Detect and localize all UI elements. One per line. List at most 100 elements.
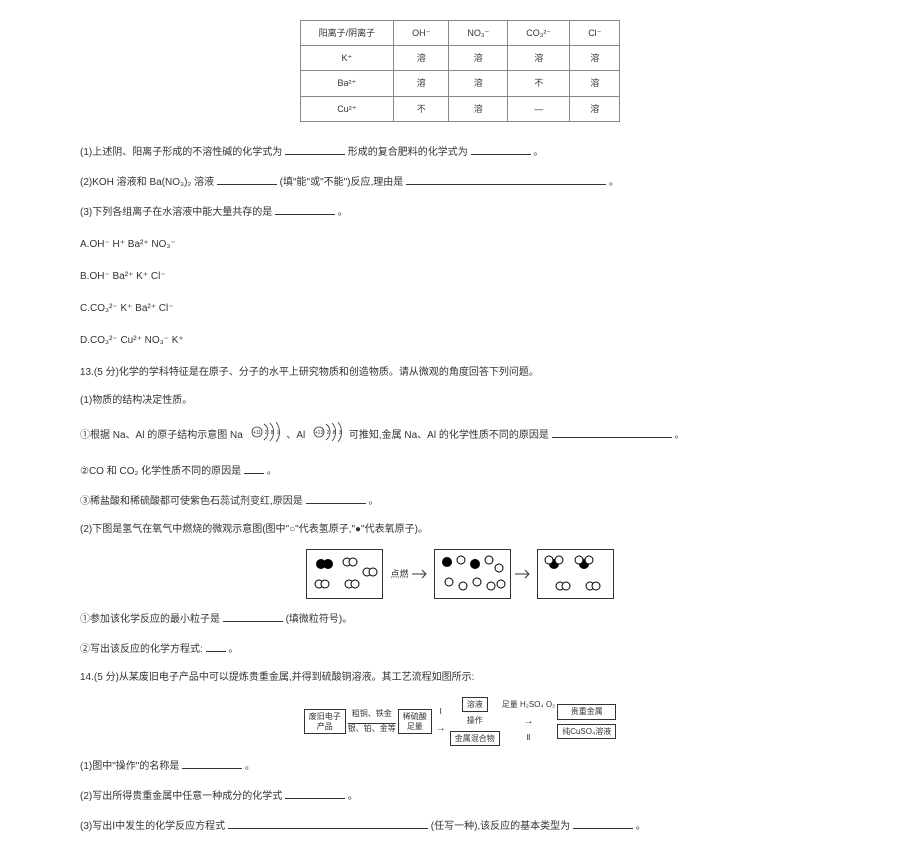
th-no3: NO₃⁻	[449, 21, 508, 46]
period: 。	[609, 177, 619, 188]
products-box	[537, 549, 614, 599]
arrow-icon: →	[523, 716, 533, 727]
blank	[206, 639, 226, 652]
period: 。	[636, 821, 646, 832]
flow-box-precious: 贵重金属	[557, 704, 616, 720]
flow-label-group: 粗铜、铁金 银、铂、金等	[348, 707, 396, 736]
label: Ⅱ	[502, 731, 555, 745]
period: 。	[245, 761, 255, 772]
flow-box-waste: 废旧电子 产品	[304, 709, 346, 734]
table-row: K⁺ 溶 溶 溶 溶	[300, 46, 620, 71]
blank	[471, 142, 531, 155]
svg-text:1: 1	[276, 430, 279, 436]
blank	[223, 609, 283, 622]
question-14-3: (3)写出Ⅰ中发生的化学反应方程式 (任写一种),该反应的基本类型为 。	[80, 816, 840, 836]
cell: K⁺	[300, 46, 394, 71]
text: ①参加该化学反应的最小粒子是	[80, 614, 220, 625]
text: ②CO 和 CO₂ 化学性质不同的原因是	[80, 466, 241, 477]
svg-text:2: 2	[327, 430, 330, 436]
label: 足量 H₂SO₄ O₂	[502, 698, 555, 712]
cell: Cu²⁺	[300, 96, 394, 121]
period: 。	[338, 207, 348, 218]
cell: 不	[394, 96, 449, 121]
cell: 溶	[394, 71, 449, 96]
th-co3: CO₃²⁻	[508, 21, 570, 46]
cell: 溶	[394, 46, 449, 71]
cell: 溶	[449, 71, 508, 96]
blank	[552, 425, 672, 438]
intermediate-box	[434, 549, 511, 599]
flow-split: 溶液 操作 金属混合物	[450, 697, 500, 747]
question-13-1: (1)物质的结构决定性质。	[80, 392, 840, 410]
cell: —	[508, 96, 570, 121]
period: 。	[533, 147, 543, 158]
question-14-2: (2)写出所得贵重金属中任意一种成分的化学式 。	[80, 786, 840, 806]
question-14-1: (1)图中"操作"的名称是 。	[80, 756, 840, 776]
svg-text:8: 8	[270, 430, 273, 436]
solubility-table: 阳离子/阴离子 OH⁻ NO₃⁻ CO₃²⁻ Cl⁻ K⁺ 溶 溶 溶 溶 Ba…	[300, 20, 621, 122]
cell: Ba²⁺	[300, 71, 394, 96]
question-13-2-1: ①参加该化学反应的最小粒子是 (填微粒符号)。	[80, 609, 840, 629]
label: Ⅰ	[434, 705, 448, 719]
flow-box-acid: 稀硫酸 足量	[398, 709, 432, 734]
blank	[306, 491, 366, 504]
na-atom-diagram: +11 2 8 1	[248, 420, 282, 451]
text: (1)图中"操作"的名称是	[80, 761, 179, 772]
question-1: (1)上述阴、阳离子形成的不溶性碱的化学式为 形成的复合肥料的化学式为 。	[80, 142, 840, 162]
reactants-box	[306, 549, 383, 599]
cell: 溶	[570, 71, 620, 96]
period: 。	[267, 466, 277, 477]
q2a-text: (2)KOH 溶液和 Ba(NO₃)₂ 溶液	[80, 177, 214, 188]
text: ③稀盐酸和稀硫酸都可使紫色石蕊试剂变红,原因是	[80, 496, 303, 507]
text: 、Al	[286, 430, 305, 441]
blank	[573, 816, 633, 829]
question-3: (3)下列各组离子在水溶液中能大量共存的是 。	[80, 202, 840, 222]
svg-text:2: 2	[264, 430, 267, 436]
question-13-1-1: ①根据 Na、Al 的原子结构示意图 Na +11 2 8 1 、Al +13 …	[80, 420, 840, 451]
flow-box-solution: 溶液	[462, 697, 488, 713]
text: (2)写出所得贵重金属中任意一种成分的化学式	[80, 791, 282, 802]
q1b-text: 形成的复合肥料的化学式为	[348, 147, 468, 158]
question-13: 13.(5 分)化学的学科特征是在原子、分子的水平上研究物质和创造物质。请从微观…	[80, 364, 840, 382]
label: 操作	[467, 714, 483, 728]
period: 。	[348, 791, 358, 802]
flow-step-2: 足量 H₂SO₄ O₂ → Ⅱ	[502, 698, 555, 745]
blank	[228, 816, 428, 829]
text: (3)写出Ⅰ中发生的化学反应方程式	[80, 821, 225, 832]
period: 。	[674, 430, 684, 441]
blank	[182, 756, 242, 769]
th-corner: 阳离子/阴离子	[300, 21, 394, 46]
al-atom-diagram: +13 2 8 3	[310, 420, 344, 451]
blank	[406, 172, 606, 185]
period: 。	[368, 496, 378, 507]
q1-text: (1)上述阴、阳离子形成的不溶性碱的化学式为	[80, 147, 282, 158]
text: 可推知,金属 Na、Al 的化学性质不同的原因是	[349, 430, 549, 441]
combustion-diagram: 点燃	[80, 549, 840, 599]
question-2: (2)KOH 溶液和 Ba(NO₃)₂ 溶液 (填"能"或"不能")反应,理由是…	[80, 172, 840, 192]
question-13-2: (2)下图是氢气在氧气中燃烧的微观示意图(图中"○"代表氢原子,"●"代表氧原子…	[80, 521, 840, 539]
flow-output: 贵重金属 纯CuSO₄溶液	[557, 704, 616, 739]
blank	[285, 786, 345, 799]
label: 银、铂、金等	[348, 722, 396, 736]
blank	[244, 461, 264, 474]
svg-text:+13: +13	[315, 430, 324, 436]
arrow-icon: →	[436, 723, 446, 734]
blank	[285, 142, 345, 155]
process-flow-diagram: 废旧电子 产品 粗铜、铁金 银、铂、金等 稀硫酸 足量 Ⅰ → 溶液 操作 金属…	[80, 697, 840, 747]
q2b-text: (填"能"或"不能")反应,理由是	[280, 177, 404, 188]
question-14: 14.(5 分)从某废旧电子产品中可以提炼贵重金属,并得到硫酸铜溶液。其工艺流程…	[80, 669, 840, 687]
question-13-2-2: ②写出该反应的化学方程式: 。	[80, 639, 840, 659]
text: (填微粒符号)。	[286, 614, 353, 625]
option-b: B.OH⁻ Ba²⁺ K⁺ Cl⁻	[80, 268, 840, 286]
th-oh: OH⁻	[394, 21, 449, 46]
cell: 溶	[449, 46, 508, 71]
svg-text:+11: +11	[253, 430, 261, 436]
blank	[217, 172, 277, 185]
option-a: A.OH⁻ H⁺ Ba²⁺ NO₃⁻	[80, 236, 840, 254]
cell: 溶	[570, 96, 620, 121]
table-header-row: 阳离子/阴离子 OH⁻ NO₃⁻ CO₃²⁻ Cl⁻	[300, 21, 620, 46]
question-13-1-2: ②CO 和 CO₂ 化学性质不同的原因是 。	[80, 461, 840, 481]
text: ①根据 Na、Al 的原子结构示意图 Na	[80, 430, 243, 441]
text: (任写一种),该反应的基本类型为	[431, 821, 570, 832]
table-row: Ba²⁺ 溶 溶 不 溶	[300, 71, 620, 96]
